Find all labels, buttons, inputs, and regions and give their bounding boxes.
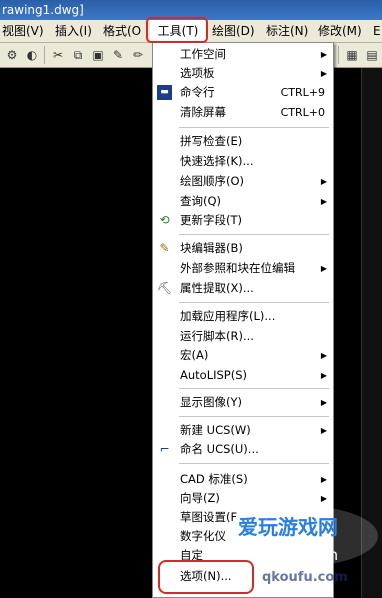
menu-separator <box>179 302 329 303</box>
menu-item-palettes[interactable]: 选项板 ▶ <box>153 64 333 83</box>
menu-item-display-image[interactable]: 显示图像(Y) ▶ <box>153 393 333 412</box>
tools-menu-highlight <box>146 17 208 43</box>
menu-item-label: AutoLISP(S) <box>180 368 248 382</box>
menu-insert[interactable]: 插入(I) <box>55 20 92 42</box>
menu-item-label: 拼写检查(E) <box>180 134 243 148</box>
menu-separator <box>179 127 329 128</box>
menu-item-label: 属性提取(X)... <box>180 281 254 295</box>
menu-item-label: 命令行 <box>180 85 215 99</box>
menu-item-label: 快速选择(K)... <box>180 154 254 168</box>
menu-separator <box>179 463 329 464</box>
watermark-logo: 爱玩游戏网 igaliao.com <box>226 506 378 566</box>
menu-item-shortcut: CTRL+0 <box>280 106 325 119</box>
menu-item-shortcut: CTRL+9 <box>280 86 325 99</box>
menu-item-label: 块编辑器(B) <box>180 241 243 255</box>
menu-item-label: 绘图顺序(O) <box>180 174 245 188</box>
menu-item-macro[interactable]: 宏(A) ▶ <box>153 346 333 365</box>
update-field-icon: ⟲ <box>159 213 170 227</box>
menu-separator <box>179 234 329 235</box>
menu-item-cad-standards[interactable]: CAD 标准(S) ▶ <box>153 470 333 489</box>
menu-express[interactable]: E <box>373 20 381 42</box>
tool-icon[interactable]: ◐ <box>24 47 40 63</box>
menu-item-named-ucs[interactable]: ⌐ 命名 UCS(U)... <box>153 440 333 459</box>
block-editor-icon: ✎ <box>159 241 170 255</box>
menu-item-label: 更新字段(T) <box>180 213 242 227</box>
menu-item-label: 选项板 <box>180 66 215 80</box>
submenu-arrow-icon: ▶ <box>320 177 327 186</box>
menu-item-label: 运行脚本(R)... <box>180 329 254 343</box>
submenu-arrow-icon: ▶ <box>320 475 327 484</box>
menu-item-update-fields[interactable]: ⟲ 更新字段(T) <box>153 211 333 230</box>
submenu-arrow-icon: ▶ <box>320 264 327 273</box>
command-line-icon: ▬ <box>157 85 172 100</box>
menu-item-label: 工作空间 <box>180 47 226 61</box>
menu-item-inquiry[interactable]: 查询(Q) ▶ <box>153 192 333 211</box>
watermark-brand: 爱玩游戏网 <box>238 515 338 539</box>
menu-dimension[interactable]: 标注(N) <box>266 20 308 42</box>
submenu-arrow-icon: ▶ <box>320 426 327 435</box>
menu-item-label: 外部参照和块在位编辑 <box>180 261 295 275</box>
menu-item-label: 数字化仪 <box>180 529 226 543</box>
paste-icon[interactable]: ▣ <box>90 47 106 63</box>
submenu-arrow-icon: ▶ <box>320 398 327 407</box>
menu-draw[interactable]: 绘图(D) <box>212 20 255 42</box>
submenu-arrow-icon: ▶ <box>320 50 327 59</box>
cut-icon[interactable]: ✂ <box>50 47 66 63</box>
attribute-extract-icon: ⛏ <box>157 281 173 295</box>
menu-item-label: 显示图像(Y) <box>180 395 242 409</box>
submenu-arrow-icon: ▶ <box>320 69 327 78</box>
watermark-site: igaliao.com <box>252 546 338 564</box>
toolbar-separator <box>338 46 339 64</box>
menu-item-label: 命名 UCS(U)... <box>180 442 259 456</box>
menu-item-label: 查询(Q) <box>180 194 222 208</box>
menu-view[interactable]: 视图(V) <box>2 20 44 42</box>
menu-item-block-editor[interactable]: ✎ 块编辑器(B) <box>153 239 333 258</box>
match-properties-icon[interactable]: ✎ <box>110 47 126 63</box>
menu-item-label: 清除屏幕 <box>180 105 226 119</box>
menu-item-label: 向导(Z) <box>180 491 220 505</box>
copy-icon[interactable]: ⧉ <box>70 47 86 63</box>
menu-item-autolisp[interactable]: AutoLISP(S) ▶ <box>153 366 333 385</box>
watermark-site-secondary: qkoufu.com <box>262 570 348 585</box>
menu-item-workspace[interactable]: 工作空间 ▶ <box>153 45 333 64</box>
menu-item-label: 宏(A) <box>180 348 209 362</box>
menu-format[interactable]: 格式(O <box>103 20 141 42</box>
menu-item-label: 加载应用程序(L)... <box>180 309 276 323</box>
pencil-icon[interactable]: ✏ <box>130 47 146 63</box>
menu-item-label: 新建 UCS(W) <box>180 423 251 437</box>
menu-separator <box>179 416 329 417</box>
menu-separator <box>179 388 329 389</box>
menu-item-clear-screen[interactable]: 清除屏幕 CTRL+0 <box>153 103 333 122</box>
layer-icon[interactable]: ▦ <box>344 47 360 63</box>
menu-modify[interactable]: 修改(M) <box>318 20 362 42</box>
menu-item-run-script[interactable]: 运行脚本(R)... <box>153 327 333 346</box>
menu-item-load-application[interactable]: 加载应用程序(L)... <box>153 307 333 326</box>
menu-item-quick-select[interactable]: 快速选择(K)... <box>153 152 333 171</box>
submenu-arrow-icon: ▶ <box>320 351 327 360</box>
properties-icon[interactable]: ▤ <box>364 47 380 63</box>
menu-item-new-ucs[interactable]: 新建 UCS(W) ▶ <box>153 421 333 440</box>
submenu-arrow-icon: ▶ <box>320 197 327 206</box>
menu-item-command-line[interactable]: ▬ 命令行 CTRL+9 <box>153 83 333 102</box>
menu-item-xref-edit[interactable]: 外部参照和块在位编辑 ▶ <box>153 259 333 278</box>
pan-icon[interactable]: ⚙ <box>4 47 20 63</box>
submenu-arrow-icon: ▶ <box>320 371 327 380</box>
menu-item-attribute-extraction[interactable]: ⛏ 属性提取(X)... <box>153 279 333 298</box>
ucs-icon: ⌐ <box>159 442 170 456</box>
menu-item-spell-check[interactable]: 拼写检查(E) <box>153 132 333 151</box>
menu-item-label: CAD 标准(S) <box>180 472 248 486</box>
toolbar-separator <box>44 46 45 64</box>
menu-item-draw-order[interactable]: 绘图顺序(O) ▶ <box>153 172 333 191</box>
